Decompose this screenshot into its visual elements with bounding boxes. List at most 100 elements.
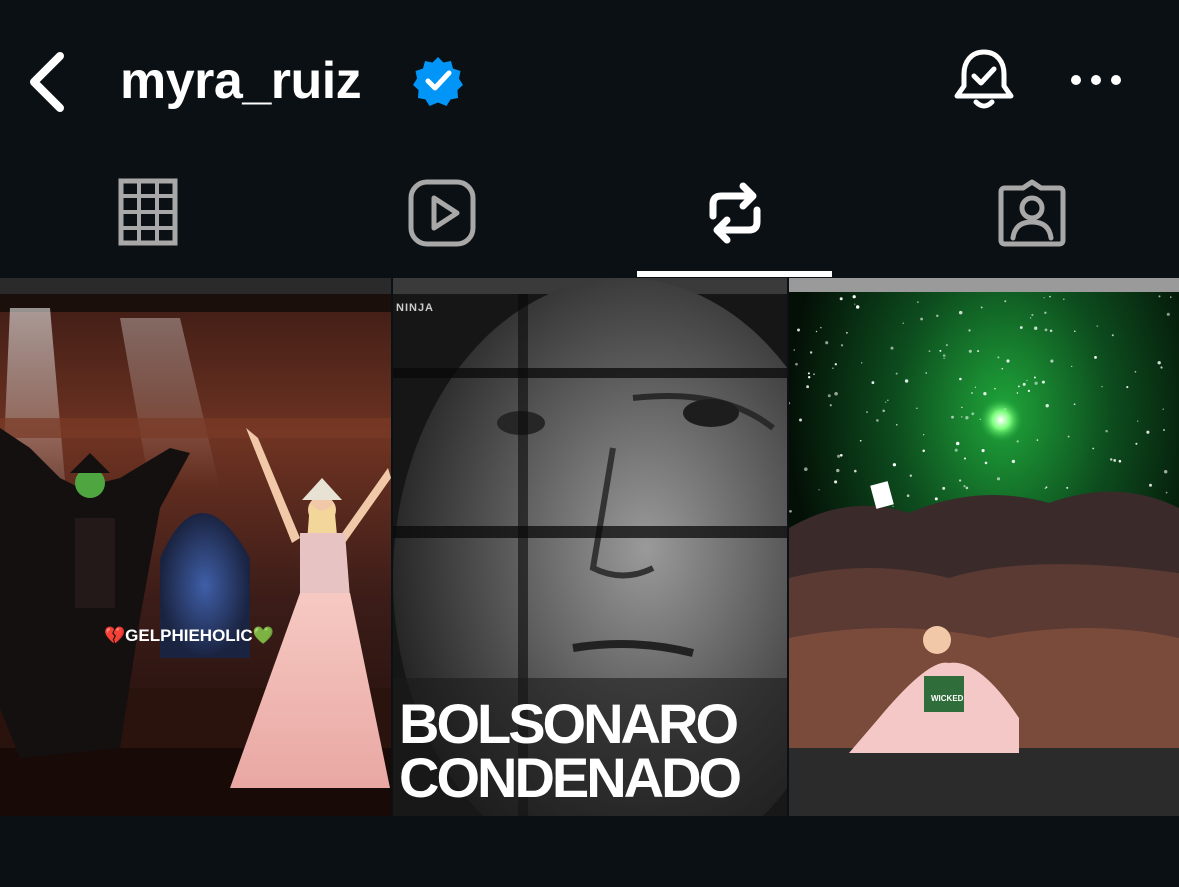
- star-light: [934, 497, 938, 501]
- star-light: [977, 350, 980, 353]
- star-light: [1036, 439, 1039, 441]
- star-light: [806, 385, 810, 389]
- star-light: [1134, 370, 1137, 373]
- star-light: [855, 305, 860, 309]
- star-light: [807, 372, 810, 375]
- verified-badge-icon: [413, 57, 463, 106]
- star-light: [1067, 435, 1070, 438]
- star-light: [1049, 295, 1051, 298]
- star-light: [895, 372, 898, 375]
- star-light: [892, 463, 897, 467]
- star-light: [1034, 381, 1038, 385]
- grid-item-stage-performance[interactable]: 💔GELPHIEHOLIC💚: [0, 278, 391, 816]
- star-light: [861, 362, 863, 364]
- repost-icon: [709, 182, 760, 244]
- star-light: [859, 439, 862, 442]
- star-light: [890, 346, 894, 350]
- cast-photo: [789, 278, 1179, 816]
- star-light: [1126, 386, 1129, 389]
- wicked-badge: WICKED: [931, 694, 964, 703]
- bottom-background: [0, 816, 1179, 887]
- star-light: [968, 329, 971, 332]
- star-light: [1027, 389, 1031, 393]
- star-light: [892, 505, 894, 508]
- star-light: [922, 449, 925, 453]
- star-light: [854, 303, 856, 305]
- star-light: [1016, 392, 1019, 394]
- star-light: [808, 376, 811, 379]
- star-light: [827, 394, 831, 398]
- star-light: [945, 344, 948, 347]
- chevron-left-icon: [30, 52, 64, 112]
- profile-tabs: [0, 160, 1179, 278]
- star-light: [1033, 376, 1036, 379]
- star-light: [1016, 440, 1019, 443]
- tab-posts[interactable]: [50, 160, 245, 278]
- star-light: [1118, 459, 1122, 463]
- star-light: [1109, 458, 1113, 461]
- star-light: [1101, 386, 1103, 388]
- star-light: [840, 344, 844, 347]
- back-button[interactable]: [22, 46, 78, 118]
- tab-tagged[interactable]: [934, 160, 1129, 278]
- star-light: [832, 367, 834, 369]
- star-light: [1001, 367, 1004, 370]
- star-light: [1163, 469, 1168, 474]
- star-light: [958, 310, 963, 315]
- star-light: [1041, 380, 1045, 384]
- star-light: [1049, 329, 1053, 333]
- star-light: [974, 386, 977, 388]
- star-light: [1017, 385, 1020, 388]
- star-light: [1135, 442, 1138, 445]
- star-light: [876, 419, 879, 422]
- star-light: [1022, 382, 1026, 386]
- tagged-user-icon: [998, 179, 1065, 247]
- star-light: [965, 416, 969, 420]
- star-light: [963, 484, 966, 488]
- tab-reposts[interactable]: [637, 160, 832, 278]
- star-light: [970, 391, 974, 395]
- star-light: [834, 363, 837, 366]
- more-options-button[interactable]: [1064, 56, 1128, 104]
- play-icon: [408, 179, 475, 247]
- notifications-bell-button[interactable]: [948, 44, 1020, 116]
- star-light: [1105, 429, 1108, 433]
- gelphieholic-caption: 💔GELPHIEHOLIC💚: [104, 626, 274, 645]
- star-light: [1158, 295, 1161, 298]
- star-light: [882, 409, 885, 413]
- star-light: [815, 330, 818, 333]
- reposts-grid: 💔GELPHIEHOLIC💚 NINJA BOLSONARO CONDENADO…: [0, 278, 1179, 816]
- star-light: [955, 441, 960, 446]
- star-light: [1094, 356, 1097, 359]
- star-light: [825, 341, 829, 345]
- star-light: [836, 454, 841, 458]
- star-light: [1092, 447, 1095, 450]
- star-light: [799, 418, 802, 422]
- star-light: [939, 349, 942, 352]
- star-light: [971, 412, 975, 416]
- star-light: [1034, 326, 1038, 330]
- star-light: [942, 486, 946, 490]
- grid-item-cast-photo[interactable]: WICKED: [789, 278, 1179, 816]
- star-light: [1004, 300, 1007, 303]
- poster-watermark: NINJA: [396, 302, 435, 314]
- star-light: [834, 391, 838, 396]
- star-light: [958, 479, 962, 482]
- star-light: [906, 494, 910, 498]
- star-light: [793, 349, 795, 351]
- star-light: [885, 401, 887, 403]
- star-light: [852, 295, 856, 299]
- star-light: [980, 306, 983, 309]
- star-light: [902, 322, 905, 324]
- star-light: [922, 433, 925, 436]
- star-light: [909, 474, 912, 477]
- star-light: [1006, 359, 1010, 363]
- star-light: [954, 448, 958, 452]
- active-tab-indicator: [637, 271, 832, 277]
- more-horizontal-icon: [1071, 75, 1121, 85]
- star-light: [1066, 486, 1069, 489]
- tab-reels[interactable]: [344, 160, 539, 278]
- grid-item-bolsonaro-poster[interactable]: NINJA BOLSONARO CONDENADO: [393, 278, 787, 816]
- star-light: [845, 331, 848, 334]
- star-light: [797, 328, 800, 332]
